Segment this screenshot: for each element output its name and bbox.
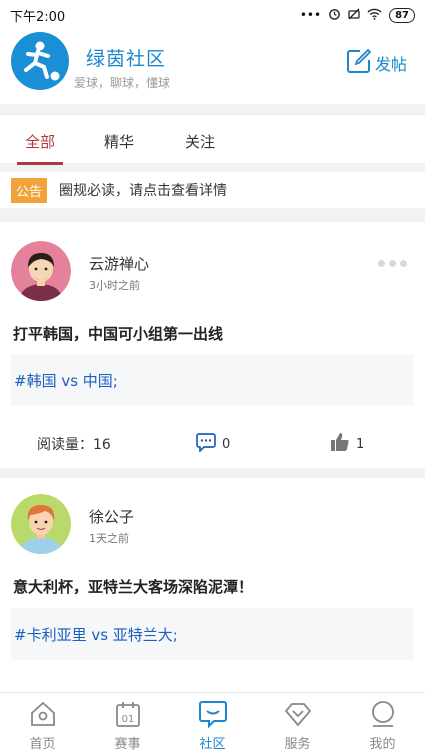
app-title: 绿茵社区: [86, 48, 167, 70]
more-icon: •••: [299, 8, 322, 22]
app-subtitle: 爱球，聊球，懂球: [74, 76, 171, 90]
tab-featured[interactable]: 精华: [104, 131, 134, 152]
post-topic[interactable]: #韩国 vs 中国;: [11, 354, 414, 406]
post-topic[interactable]: #卡利亚里 vs 亚特兰大;: [11, 608, 414, 660]
app-logo: [11, 32, 69, 90]
avatar[interactable]: [11, 241, 71, 301]
thumbs-up-icon: [330, 432, 350, 456]
wifi-icon: [367, 8, 382, 23]
announcement-tag: 公告: [11, 177, 48, 203]
nav-community[interactable]: 社区: [170, 693, 255, 756]
like-count: 1: [356, 436, 365, 452]
calendar-icon: 01: [114, 699, 142, 729]
post-author[interactable]: 云游禅心: [89, 253, 149, 274]
calendar-number: 01: [121, 714, 134, 725]
post-stats: 阅读量：16 0 1: [0, 424, 425, 464]
app-header: 绿茵社区 爱球，聊球，懂球 发帖: [0, 30, 425, 104]
post-time: 1天之前: [89, 532, 129, 545]
tab-all[interactable]: 全部: [25, 131, 55, 152]
comment-icon: [196, 432, 216, 456]
mute-icon: [348, 8, 360, 23]
battery-icon: 87: [389, 7, 415, 23]
diamond-icon: [284, 699, 312, 729]
nav-home[interactable]: 首页: [0, 693, 85, 756]
bottom-nav: 首页 01 赛事 社区 服务 我的: [0, 692, 425, 756]
nav-profile[interactable]: 我的: [340, 693, 425, 756]
status-bar: 下午2:00 ••• 87: [0, 0, 425, 30]
post-title[interactable]: 打平韩国，中国可小组第一出线: [13, 323, 223, 344]
nav-profile-label: 我的: [369, 737, 396, 752]
post-author[interactable]: 徐公子: [89, 506, 134, 527]
comment-button[interactable]: 0: [196, 432, 230, 456]
post-title[interactable]: 意大利杯，亚特兰大客场深陷泥潭！: [13, 576, 253, 597]
nav-services-label: 服务: [284, 737, 311, 752]
announcement-text: 圈规必读，请点击查看详情: [59, 183, 228, 199]
nav-home-label: 首页: [29, 737, 56, 752]
profile-icon: [369, 699, 397, 729]
read-count: 阅读量：16: [37, 437, 111, 453]
post-time: 3小时之前: [89, 279, 140, 292]
nav-services[interactable]: 服务: [255, 693, 340, 756]
edit-icon: [346, 48, 372, 78]
new-post-label: 发帖: [374, 55, 407, 74]
nav-matches[interactable]: 01 赛事: [85, 693, 170, 756]
alarm-icon: [328, 7, 341, 23]
nav-matches-label: 赛事: [114, 737, 141, 752]
more-options-icon[interactable]: [378, 260, 407, 267]
tab-active-indicator: [17, 162, 63, 165]
status-icons: ••• 87: [300, 7, 415, 23]
post-card[interactable]: 云游禅心 3小时之前 打平韩国，中国可小组第一出线 #韩国 vs 中国; 阅读量…: [0, 222, 425, 468]
chat-icon: [198, 699, 228, 729]
nav-community-label: 社区: [199, 737, 226, 752]
tab-following[interactable]: 关注: [185, 131, 215, 152]
comment-count: 0: [222, 436, 231, 452]
post-card[interactable]: 徐公子 1天之前 意大利杯，亚特兰大客场深陷泥潭！ #卡利亚里 vs 亚特兰大;: [0, 478, 425, 708]
status-time: 下午2:00: [10, 9, 66, 25]
tab-bar: 全部 精华 关注: [0, 114, 425, 165]
avatar[interactable]: [11, 494, 71, 554]
new-post-button[interactable]: 发帖: [346, 48, 407, 78]
home-icon: [29, 699, 57, 729]
announcement-bar[interactable]: 公告 圈规必读，请点击查看详情: [0, 172, 425, 208]
like-button[interactable]: 1: [330, 432, 364, 456]
